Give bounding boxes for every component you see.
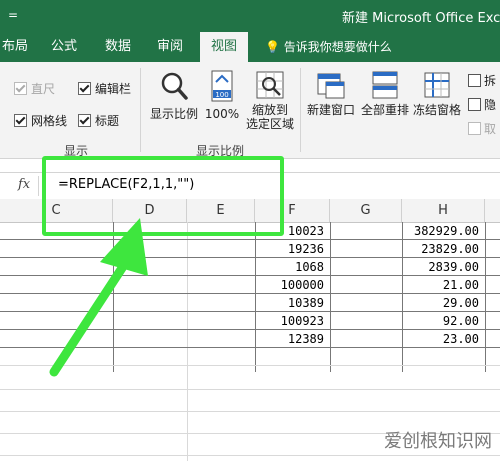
- watermark: 爱创根知识网: [384, 431, 492, 452]
- green-arrow-icon: [49, 218, 148, 377]
